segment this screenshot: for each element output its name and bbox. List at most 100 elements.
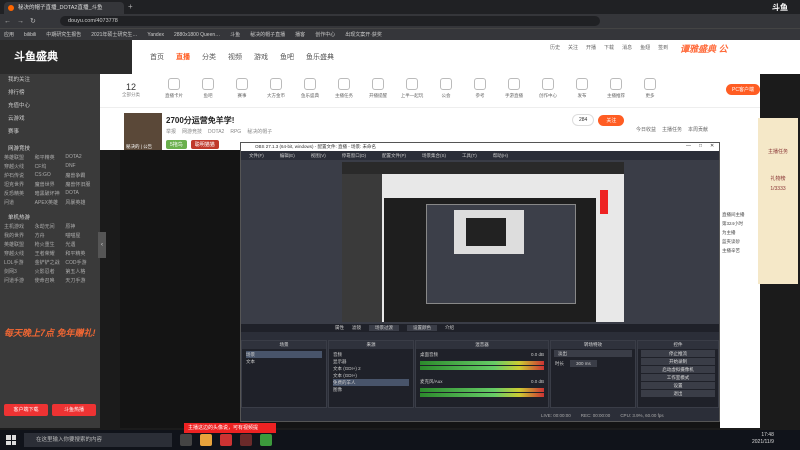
menu-file[interactable]: 文件(F) [249, 153, 264, 159]
category-item[interactable]: 上半一起玩 [398, 78, 426, 99]
game-link[interactable]: 魔兽争霸 [65, 172, 96, 179]
bookmark-item[interactable]: 播客 [295, 31, 305, 38]
game-link[interactable]: 坦克世界 [4, 181, 35, 188]
tab-weekly-contribution[interactable]: 本周贡献 [688, 126, 708, 133]
studio-mode-button[interactable]: 工作室模式 [641, 374, 715, 381]
game-link[interactable]: 穿越火线 [4, 163, 35, 170]
menu-view[interactable]: 视图(V) [311, 153, 326, 159]
scene-item[interactable]: 场景 [246, 351, 322, 358]
game-link[interactable]: 英雄联盟 [4, 154, 35, 161]
back-icon[interactable]: ← [4, 18, 11, 25]
report-link[interactable]: 举报 [166, 128, 176, 135]
game-link[interactable]: 火影忍者 [35, 268, 66, 275]
game-link[interactable]: 我的世界 [4, 232, 35, 239]
game-link[interactable]: 天刀手游 [65, 277, 96, 284]
category-item[interactable]: 主播推荐 [602, 78, 630, 99]
close-icon[interactable]: ✕ [710, 143, 714, 149]
menu-profile[interactable]: 配置文件(P) [382, 153, 406, 159]
obs-app-icon[interactable] [220, 434, 232, 446]
duration-input[interactable]: 300 ms [570, 360, 597, 367]
menu-help[interactable]: 帮助(H) [493, 153, 508, 159]
download-button[interactable]: 下载 [604, 44, 614, 51]
taskbar-search-input[interactable]: 在这里输入你要搜索的内容 [24, 433, 172, 447]
new-tab-button[interactable]: + [128, 2, 133, 11]
game-link[interactable]: 金铲铲之战 [35, 259, 66, 266]
hot-live-button[interactable]: 斗鱼热播 [52, 404, 96, 416]
game-link[interactable]: 反恐精英 [4, 190, 35, 197]
color-button[interactable]: 设置颜色 [407, 325, 437, 331]
sidebar-item-events[interactable]: 赛事 [0, 126, 100, 139]
game-link[interactable]: DNF [65, 163, 96, 170]
bookmark-item[interactable]: 2880x1800 Queen… [174, 32, 220, 38]
category-item[interactable]: 更多 [636, 78, 664, 99]
game-link[interactable]: LOL手游 [4, 259, 35, 266]
bookmark-item[interactable]: 秘决的帽子直播 [250, 31, 285, 38]
game-link[interactable]: DOTA [65, 190, 96, 197]
source-item[interactable]: 文本 (GDI+) 2 [333, 365, 409, 372]
tag-badge[interactable]: 5拖鸟 [166, 140, 187, 149]
bookmark-item[interactable]: 应用 [4, 31, 14, 38]
nav-item-festival[interactable]: 鱼乐盛典 [306, 52, 334, 62]
game-link[interactable]: 方舟 [35, 232, 66, 239]
breadcrumb-item[interactable]: RPG [230, 129, 241, 135]
menu-docks[interactable]: 停靠窗口(D) [342, 153, 366, 159]
virtual-camera-button[interactable]: 启动虚拟摄像机 [641, 366, 715, 373]
tab-streamer-task[interactable]: 主播任务 [662, 126, 682, 133]
category-item[interactable]: 大方金币 [262, 78, 290, 99]
game-link[interactable]: DOTA2 [65, 154, 96, 161]
transition-button[interactable]: 场景过渡 [369, 325, 399, 331]
transition-select[interactable]: 淡出 [554, 350, 632, 357]
bookmark-item[interactable]: bilibili [24, 32, 36, 38]
game-link[interactable]: 暗黑破坏神 [35, 190, 66, 197]
wallet-button[interactable]: 鱼翅 [640, 44, 650, 51]
url-input[interactable]: douyu.com/4073778 [60, 16, 600, 26]
menu-tools[interactable]: 工具(T) [462, 153, 477, 159]
windows-start-icon[interactable] [6, 435, 16, 445]
menu-edit[interactable]: 编辑(E) [280, 153, 295, 159]
nav-item-category[interactable]: 分类 [202, 52, 216, 62]
breadcrumb-item[interactable]: DOTA2 [208, 129, 224, 135]
category-count[interactable]: 12 全部分类 [122, 82, 140, 98]
game-link[interactable]: COD手游 [65, 259, 96, 266]
checkin-button[interactable]: 签到 [658, 44, 668, 51]
source-item[interactable]: 显示器 [333, 358, 409, 365]
category-item[interactable]: 手游直播 [500, 78, 528, 99]
nav-item-video[interactable]: 视频 [228, 52, 242, 62]
forward-icon[interactable]: → [17, 18, 24, 25]
sidebar-item-recharge[interactable]: 充值中心 [0, 100, 100, 113]
start-live-button[interactable]: 开播 [586, 44, 596, 51]
category-item[interactable]: 直播卡片 [160, 78, 188, 99]
game-link[interactable]: 穿越火线 [4, 250, 35, 257]
game-link[interactable]: 第五人格 [65, 268, 96, 275]
bookmark-item[interactable]: 创作中心 [315, 31, 335, 38]
bookmark-item[interactable]: 2021年硕士研究生… [91, 31, 137, 38]
nav-item-home[interactable]: 首页 [150, 52, 164, 62]
category-item[interactable]: 主播任务 [330, 78, 358, 99]
category-item[interactable]: 开播提醒 [364, 78, 392, 99]
settings-button[interactable]: 设置 [641, 382, 715, 389]
menu-scene-collection[interactable]: 场景集合(S) [422, 153, 446, 159]
source-item[interactable]: 音频 [333, 351, 409, 358]
game-link[interactable]: CF坞 [35, 163, 66, 170]
sidebar-item-rank[interactable]: 排行榜 [0, 87, 100, 100]
pc-client-button[interactable]: PC客户端 [726, 84, 760, 95]
client-download-button[interactable]: 客户端下载 [4, 404, 48, 416]
history-button[interactable]: 历史 [550, 44, 560, 51]
nav-item-game[interactable]: 游戏 [254, 52, 268, 62]
douyu-app-icon[interactable] [240, 434, 252, 446]
game-link[interactable]: 问道手游 [4, 277, 35, 284]
exit-button[interactable]: 退出 [641, 390, 715, 397]
sidebar-item-follow[interactable]: 我的关注 [0, 74, 100, 87]
game-link[interactable]: 枪火重生 [35, 241, 66, 248]
stop-streaming-button[interactable]: 停止推流 [641, 350, 715, 357]
category-item[interactable]: 鱼吧 [194, 78, 222, 99]
nav-item-yuba[interactable]: 鱼吧 [280, 52, 294, 62]
chrome-icon[interactable] [260, 434, 272, 446]
game-link[interactable]: 和平精英 [65, 250, 96, 257]
tab-today-income[interactable]: 今日收益 [636, 126, 656, 133]
game-link[interactable]: 使命召唤 [35, 277, 66, 284]
source-item[interactable]: 文本 (GDI+) [333, 372, 409, 379]
filters-button[interactable]: 滤镜 [352, 325, 361, 331]
game-link[interactable]: 英雄联盟 [4, 241, 35, 248]
game-link[interactable]: 魔兽怀旧服 [65, 181, 96, 188]
